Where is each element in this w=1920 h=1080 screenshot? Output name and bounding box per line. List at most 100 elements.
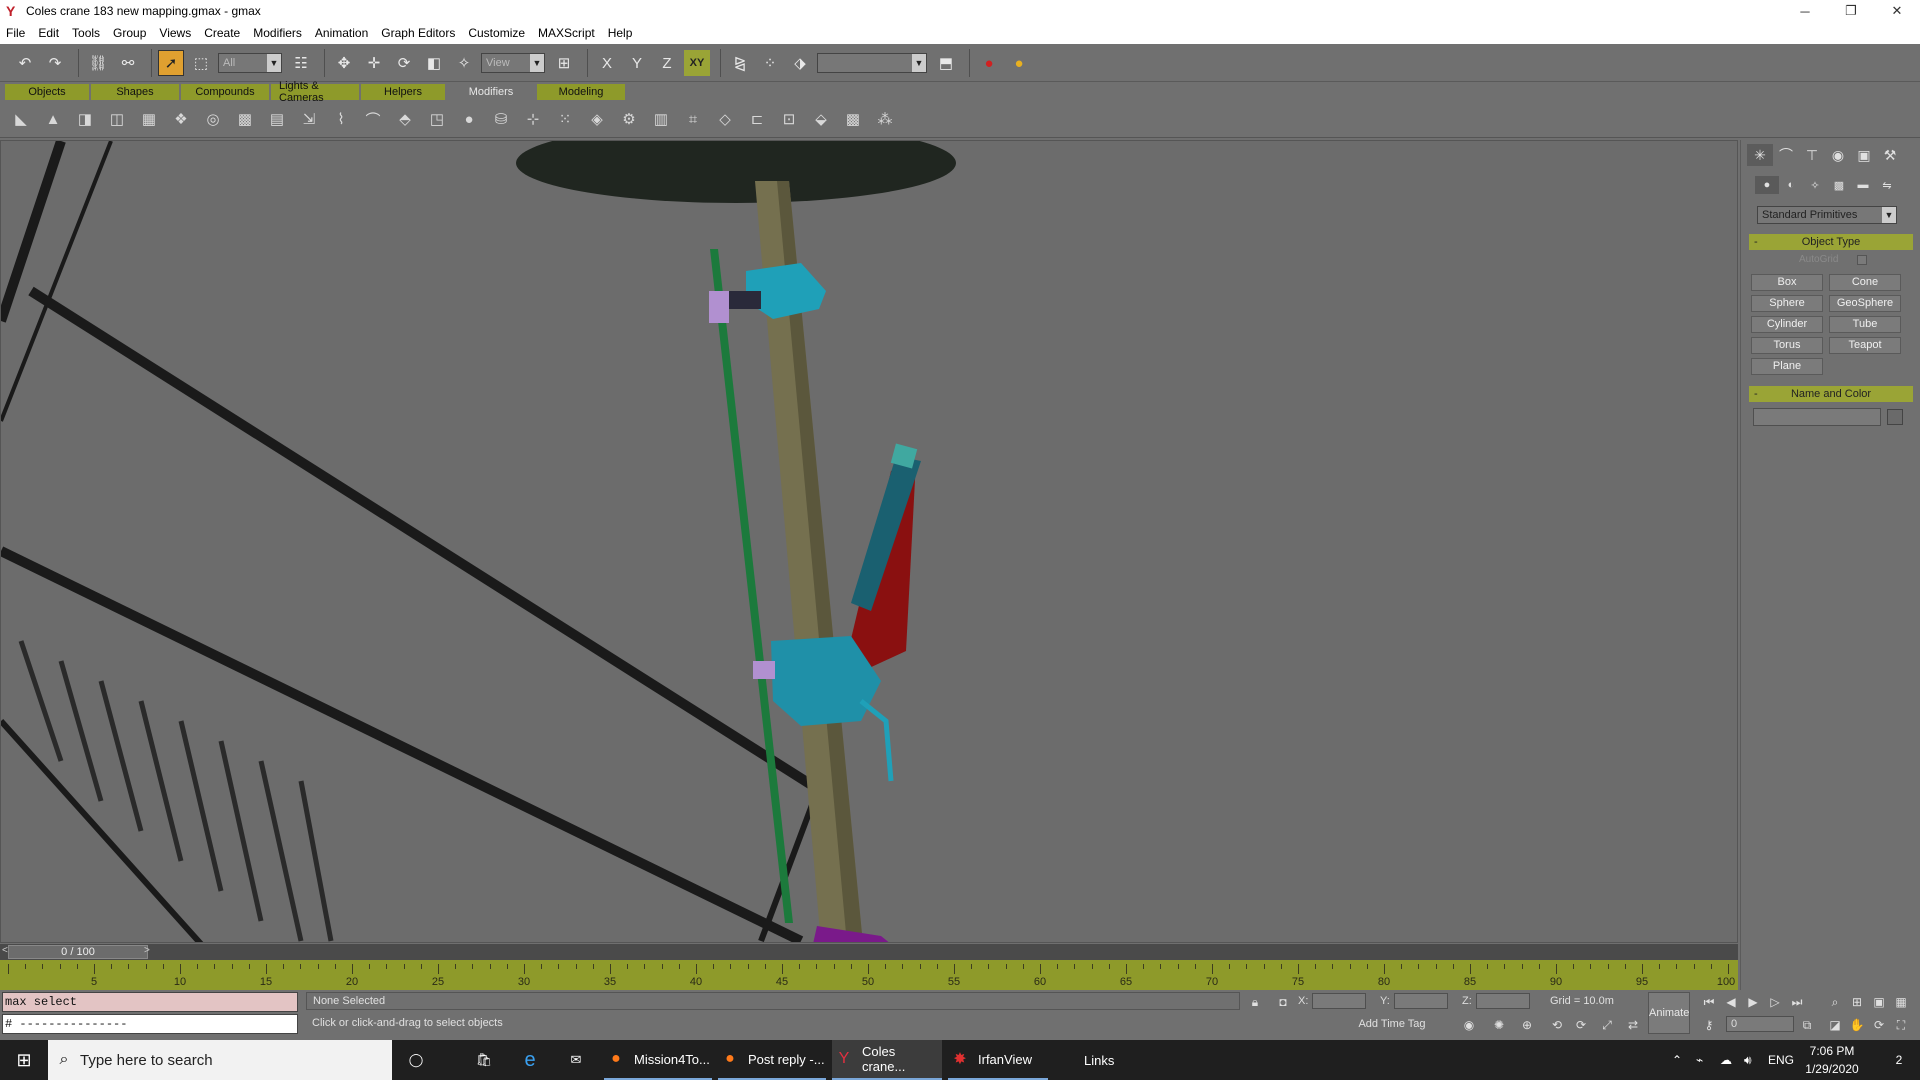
tab-helpers[interactable]: Helpers: [361, 84, 445, 100]
taskbar-search-box[interactable]: ⌕ Type here to search: [48, 1040, 392, 1080]
autogrid-checkbox[interactable]: [1857, 255, 1867, 265]
undo-icon[interactable]: ↶: [12, 50, 38, 76]
lights-category-icon[interactable]: ✧: [1803, 176, 1827, 194]
menu-modifiers[interactable]: Modifiers: [253, 26, 302, 40]
taskbar-app-firefox-2[interactable]: ● Post reply -...: [718, 1040, 826, 1080]
edit-mesh-icon[interactable]: ⌇: [328, 106, 354, 132]
current-frame-field[interactable]: 0: [1726, 1016, 1794, 1032]
menu-graph-editors[interactable]: Graph Editors: [381, 26, 455, 40]
tab-lights-cameras[interactable]: Lights & Cameras: [271, 80, 359, 104]
object-name-field[interactable]: [1753, 408, 1881, 426]
animate-button[interactable]: Animate: [1648, 992, 1690, 1034]
time-slider-knob[interactable]: 0 / 100: [8, 945, 148, 959]
redo-icon[interactable]: ↷: [42, 50, 68, 76]
reference-coordinate-dropdown[interactable]: View ▼: [481, 53, 545, 73]
restrict-xy-button[interactable]: XY: [684, 50, 710, 76]
mesh-smooth-icon[interactable]: ◈: [584, 106, 610, 132]
utilities-tab-icon[interactable]: ⚒: [1877, 144, 1903, 166]
array-icon[interactable]: ⁘: [757, 50, 783, 76]
create-tab-icon[interactable]: ✳: [1747, 144, 1773, 166]
select-rotate-icon[interactable]: ⟳: [391, 50, 417, 76]
onedrive-icon[interactable]: ☁: [1720, 1040, 1732, 1080]
taper-modifier-icon[interactable]: ▲: [40, 106, 66, 132]
unwrap-uvw-icon[interactable]: ⌗: [680, 106, 706, 132]
unlink-icon[interactable]: ⚯: [115, 50, 141, 76]
maximize-viewport-icon[interactable]: ⛶: [1892, 1016, 1910, 1034]
modify-tab-icon[interactable]: ⌒: [1773, 144, 1799, 166]
display-tab-icon[interactable]: ▣: [1851, 144, 1877, 166]
object-type-rollout[interactable]: - Object Type: [1749, 234, 1913, 250]
smooth-3d-icon[interactable]: ⁂: [872, 106, 898, 132]
render-icon[interactable]: ●: [1006, 50, 1032, 76]
previous-frame-icon[interactable]: ◀: [1722, 993, 1740, 1011]
key-mode-icon[interactable]: ⇄: [1624, 1016, 1642, 1034]
taskbar-app-firefox-1[interactable]: ● Mission4To...: [604, 1040, 712, 1080]
tube-button[interactable]: Tube: [1829, 316, 1901, 333]
key-mode-toggle-icon[interactable]: ⚷: [1700, 1016, 1718, 1034]
time-slider-next-icon[interactable]: >: [144, 945, 150, 956]
ffd-modifier-icon[interactable]: ▦: [136, 106, 162, 132]
coord-z-field[interactable]: [1476, 993, 1530, 1009]
bend-modifier-icon[interactable]: ◣: [8, 106, 34, 132]
go-to-start-icon[interactable]: ⏮: [1700, 993, 1718, 1011]
select-move-icon[interactable]: ✥: [331, 50, 357, 76]
menu-customize[interactable]: Customize: [468, 26, 525, 40]
teapot-button[interactable]: Teapot: [1829, 337, 1901, 354]
torus-button[interactable]: Torus: [1751, 337, 1823, 354]
material-modifier-icon[interactable]: ⬙: [808, 106, 834, 132]
maxscript-mini-listener[interactable]: # ---------------: [2, 1014, 298, 1034]
named-selection-dropdown[interactable]: ▼: [817, 53, 927, 73]
store-icon[interactable]: 🛍︎: [468, 1040, 500, 1080]
material-editor-icon[interactable]: ●: [976, 50, 1002, 76]
menu-group[interactable]: Group: [113, 26, 146, 40]
cylindrical-map-icon[interactable]: ⛁: [488, 106, 514, 132]
zoom-all-icon[interactable]: ⊞: [1848, 993, 1866, 1011]
absolute-mode-icon[interactable]: ◘: [1274, 993, 1292, 1011]
next-frame-icon[interactable]: ▷: [1766, 993, 1784, 1011]
selection-lock-icon[interactable]: ✺: [1490, 1016, 1508, 1034]
name-and-color-rollout[interactable]: - Name and Color: [1749, 386, 1913, 402]
volume-icon[interactable]: 🔊︎: [1744, 1040, 1752, 1080]
tray-overflow-icon[interactable]: ⌃: [1672, 1040, 1682, 1080]
edge-icon[interactable]: e: [514, 1040, 546, 1080]
pivot-center-icon[interactable]: ⊞: [551, 50, 577, 76]
mesh-select-icon[interactable]: ▤: [264, 106, 290, 132]
field-of-view-icon[interactable]: ◪: [1826, 1016, 1844, 1034]
noise-modifier-icon[interactable]: ◫: [104, 106, 130, 132]
zoom-extents-icon[interactable]: ▣: [1870, 993, 1888, 1011]
spherify-icon[interactable]: ●: [456, 106, 482, 132]
taskbar-app-irfanview[interactable]: ✸ IrfanView: [948, 1040, 1048, 1080]
perspective-viewport[interactable]: [0, 140, 1738, 943]
wave-modifier-icon[interactable]: ❖: [168, 106, 194, 132]
windows-start-icon[interactable]: ⊞: [0, 1040, 48, 1080]
time-slider-prev-icon[interactable]: <: [2, 945, 8, 956]
skew-icon[interactable]: ⊡: [776, 106, 802, 132]
zoom-icon[interactable]: ⌕: [1826, 993, 1844, 1011]
displace-icon[interactable]: ◇: [712, 106, 738, 132]
cone-button[interactable]: Cone: [1829, 274, 1901, 291]
shapes-category-icon[interactable]: ◐: [1779, 176, 1803, 194]
ripple-modifier-icon[interactable]: ◎: [200, 106, 226, 132]
geosphere-button[interactable]: GeoSphere: [1829, 295, 1901, 312]
minimize-button[interactable]: ─: [1782, 0, 1828, 22]
tab-compounds[interactable]: Compounds: [181, 84, 269, 100]
lathe-icon[interactable]: ◳: [424, 106, 450, 132]
pan-icon[interactable]: ✋: [1848, 1016, 1866, 1034]
add-time-tag-button[interactable]: Add Time Tag: [1340, 1016, 1444, 1032]
menu-tools[interactable]: Tools: [72, 26, 100, 40]
optimize-icon[interactable]: ⚙: [616, 106, 642, 132]
time-slider[interactable]: < 0 / 100 >: [0, 944, 1738, 960]
twist-modifier-icon[interactable]: ◨: [72, 106, 98, 132]
rectangle-selection-icon[interactable]: ⬚: [188, 50, 214, 76]
coord-y-field[interactable]: [1394, 993, 1448, 1009]
close-button[interactable]: ✕: [1874, 0, 1920, 22]
play-icon[interactable]: ▶: [1744, 993, 1762, 1011]
spinner-snap-icon[interactable]: ⤢: [1598, 1016, 1616, 1034]
spacewarps-category-icon[interactable]: ⇋: [1875, 176, 1899, 194]
checker-icon[interactable]: ▩: [840, 106, 866, 132]
selection-filter-dropdown[interactable]: All ▼: [218, 53, 282, 73]
restrict-z-button[interactable]: Z: [654, 50, 680, 76]
track-bar[interactable]: 5 10 15 20 25 30 35 40 45 50 55 60 65 70 75 80 85 90 95 100: [0, 960, 1738, 990]
isolate-icon[interactable]: ◉: [1460, 1016, 1478, 1034]
links-toolbar[interactable]: Links: [1084, 1040, 1114, 1080]
